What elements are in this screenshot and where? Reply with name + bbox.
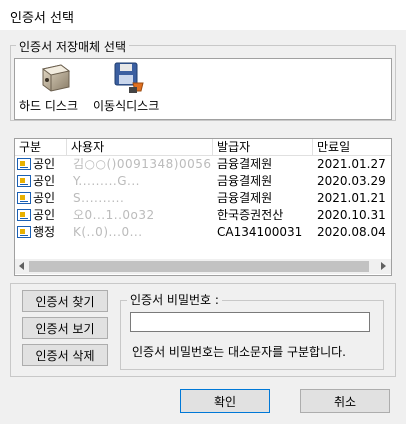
cert-type: 공인	[33, 208, 56, 222]
password-input[interactable]	[130, 312, 370, 332]
certificate-icon	[17, 192, 31, 204]
cert-list[interactable]: 구분 사용자 발급자 만료일 공인 김○○()0091348)0056... 금…	[14, 138, 392, 276]
window-title: 인증서 선택	[10, 11, 74, 26]
cert-expiry: 2021.01.21	[317, 191, 386, 205]
password-hint: 인증서 비밀번호는 대소문자를 구분합니다.	[132, 345, 346, 359]
storage-label-removable: 이동식디스크	[93, 99, 160, 113]
find-cert-button[interactable]: 인증서 찾기	[22, 290, 108, 312]
horizontal-scrollbar[interactable]	[15, 259, 391, 274]
cert-issuer: 금융결제원	[217, 157, 273, 171]
storage-legend: 인증서 저장매체 선택	[16, 38, 129, 55]
certificate-icon	[17, 226, 31, 238]
scroll-right-icon[interactable]	[381, 262, 386, 270]
table-row[interactable]: 행정 K(..0)...0... CA134100031 2020.08.04	[15, 224, 386, 241]
table-row[interactable]: 공인 Y.........G... 금융결제원 2020.03.29	[15, 173, 386, 190]
cert-type: 공인	[33, 157, 56, 171]
cert-type: 행정	[33, 225, 56, 239]
delete-cert-button[interactable]: 인증서 삭제	[22, 344, 108, 366]
view-cert-button[interactable]: 인증서 보기	[22, 317, 108, 339]
column-header-user[interactable]: 사용자	[67, 139, 213, 155]
title-bar: 인증서 선택	[0, 0, 406, 30]
certificate-icon	[17, 175, 31, 187]
cert-user: K(..0)...0...	[73, 225, 143, 239]
cert-expiry: 2020.08.04	[317, 225, 386, 239]
cert-expiry: 2020.03.29	[317, 174, 386, 188]
cancel-button[interactable]: 취소	[300, 389, 390, 413]
cert-issuer: 금융결제원	[217, 191, 273, 205]
removable-disk-icon	[114, 62, 144, 93]
column-header-issuer[interactable]: 발급자	[213, 139, 313, 155]
scroll-left-icon[interactable]	[19, 262, 24, 270]
storage-label-hard-disk: 하드 디스크	[19, 99, 79, 113]
cert-list-header: 구분 사용자 발급자 만료일	[15, 139, 391, 156]
cert-expiry: 2020.10.31	[317, 208, 386, 222]
cert-user: 오0...1..0o32	[73, 208, 155, 222]
certificate-icon	[17, 209, 31, 221]
column-header-type[interactable]: 구분	[15, 139, 67, 155]
cert-type: 공인	[33, 174, 56, 188]
cert-issuer: 한국증권전산	[217, 208, 284, 222]
table-row[interactable]: 공인 오0...1..0o32 한국증권전산 2020.10.31	[15, 207, 386, 224]
table-row[interactable]: 공인 S.......... 금융결제원 2021.01.21	[15, 190, 386, 207]
cert-expiry: 2021.01.27	[317, 157, 386, 171]
cert-user: S..........	[73, 191, 125, 205]
cert-user: Y.........G...	[73, 174, 140, 188]
cert-user: 김○○()0091348)0056...	[73, 157, 211, 171]
scrollbar-thumb[interactable]	[29, 261, 369, 272]
cert-issuer: CA134100031	[217, 225, 303, 239]
ok-button[interactable]: 확인	[180, 389, 270, 413]
certificate-icon	[17, 158, 31, 170]
storage-panel: 하드 디스크 이동식디스크	[14, 58, 392, 120]
hard-disk-icon	[41, 64, 71, 92]
password-legend: 인증서 비밀번호 :	[127, 291, 222, 308]
storage-item-removable[interactable]: 이동식디스크	[93, 61, 177, 117]
storage-item-hard-disk[interactable]: 하드 디스크	[19, 61, 89, 117]
table-row[interactable]: 공인 김○○()0091348)0056... 금융결제원 2021.01.27	[15, 156, 386, 173]
column-header-expiry[interactable]: 만료일	[313, 139, 391, 155]
cert-type: 공인	[33, 191, 56, 205]
cert-issuer: 금융결제원	[217, 174, 273, 188]
